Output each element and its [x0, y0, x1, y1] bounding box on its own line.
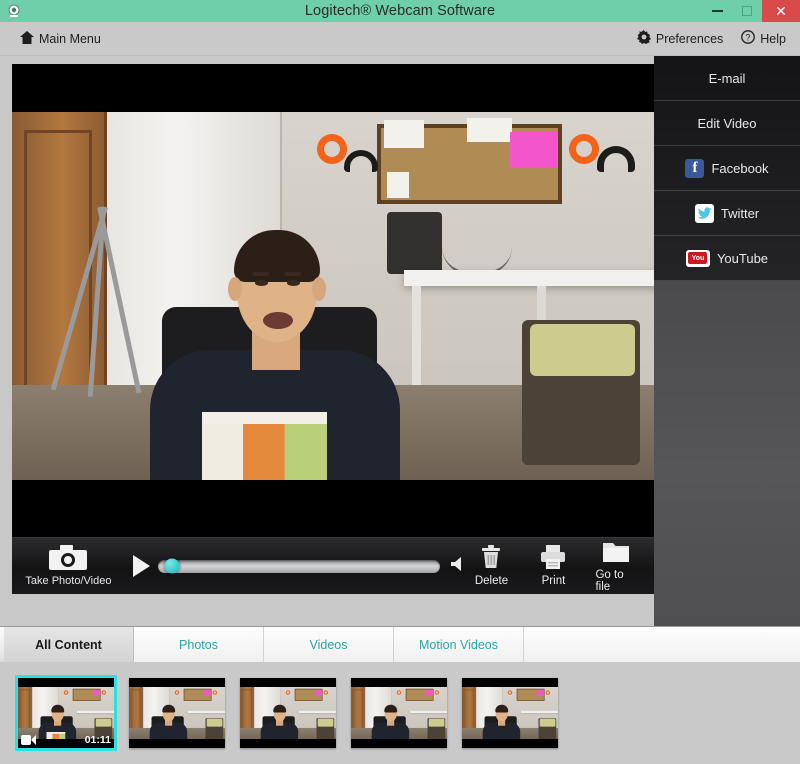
- content-tabs: All Content Photos Videos Motion Videos: [0, 626, 800, 662]
- window-title: Logitech® Webcam Software: [304, 3, 496, 19]
- list-item[interactable]: [240, 678, 336, 748]
- app-window: Logitech® Webcam Software ✕ Main Menu Pr…: [0, 0, 800, 764]
- thumbnail-image: [129, 687, 225, 739]
- edit-video-label: Edit Video: [697, 115, 757, 131]
- tab-all-content[interactable]: All Content: [4, 627, 134, 662]
- print-label: Print: [541, 575, 566, 587]
- play-icon[interactable]: [132, 555, 150, 577]
- thumbnail-image: [351, 687, 447, 739]
- maximize-button[interactable]: [732, 0, 762, 22]
- preferences-label: Preferences: [655, 31, 724, 46]
- tab-videos-label: Videos: [309, 637, 348, 652]
- webcam-scene: [12, 112, 654, 480]
- playback-controls-bar: Take Photo/Video Delete Print Go to file: [12, 537, 654, 594]
- share-side-panel: E-mail Edit Video f Facebook Twitter You…: [654, 56, 800, 626]
- list-item[interactable]: 01:11: [15, 675, 117, 751]
- question-circle-icon: ?: [741, 30, 756, 47]
- gear-icon: [636, 30, 651, 47]
- playback-scrubber[interactable]: [157, 558, 441, 574]
- email-button[interactable]: E-mail: [654, 56, 800, 101]
- thumbnail-image: [240, 687, 336, 739]
- video-frame: [12, 112, 654, 480]
- window-controls: ✕: [702, 0, 800, 22]
- thumbnail-duration: 01:11: [84, 734, 111, 746]
- main-menu-label: Main Menu: [39, 31, 101, 46]
- list-item[interactable]: [129, 678, 225, 748]
- scrubber-thumb[interactable]: [164, 558, 180, 574]
- preferences-button[interactable]: Preferences: [636, 30, 724, 47]
- video-preview-stage[interactable]: [12, 64, 654, 537]
- home-icon: [20, 30, 34, 47]
- folder-icon: [602, 540, 630, 566]
- facebook-label: Facebook: [711, 160, 769, 176]
- side-panel-filler: [654, 281, 800, 626]
- delete-label: Delete: [474, 575, 509, 587]
- youtube-button[interactable]: You YouTube: [654, 236, 800, 281]
- list-item[interactable]: [462, 678, 558, 748]
- delete-button[interactable]: Delete: [471, 545, 511, 587]
- facebook-icon: f: [685, 158, 705, 178]
- printer-icon: [540, 545, 566, 572]
- tab-photos[interactable]: Photos: [134, 627, 264, 662]
- camera-icon: [49, 545, 88, 573]
- twitter-label: Twitter: [720, 205, 760, 221]
- go-to-file-label: Go to file: [595, 568, 624, 593]
- twitter-icon: [694, 203, 714, 223]
- main-menu-button[interactable]: Main Menu: [20, 30, 101, 47]
- controls-right-group: Delete Print Go to file: [471, 540, 644, 593]
- take-photo-video-label: Take Photo/Video: [25, 575, 112, 587]
- email-label: E-mail: [708, 70, 746, 86]
- twitter-button[interactable]: Twitter: [654, 191, 800, 236]
- trash-icon: [480, 545, 502, 572]
- list-item[interactable]: [351, 678, 447, 748]
- preview-column: Take Photo/Video Delete Print Go to file: [4, 56, 654, 626]
- help-label: Help: [760, 31, 786, 46]
- share-buttons-group: E-mail Edit Video f Facebook Twitter You…: [654, 56, 800, 281]
- tab-motion-videos[interactable]: Motion Videos: [394, 627, 524, 662]
- tab-strip-filler: [524, 627, 800, 662]
- title-bar: Logitech® Webcam Software ✕: [0, 0, 800, 22]
- tab-all-content-label: All Content: [35, 637, 102, 652]
- toolbar-right-group: Preferences ? Help: [636, 30, 786, 47]
- tab-videos[interactable]: Videos: [264, 627, 394, 662]
- take-photo-video-button[interactable]: Take Photo/Video: [22, 545, 115, 587]
- print-button[interactable]: Print: [533, 545, 573, 587]
- close-button[interactable]: ✕: [762, 0, 800, 22]
- tab-motion-videos-label: Motion Videos: [419, 637, 498, 652]
- video-camera-icon: [21, 735, 36, 745]
- svg-text:?: ?: [746, 32, 751, 42]
- tab-photos-label: Photos: [179, 637, 218, 652]
- help-button[interactable]: ? Help: [741, 30, 786, 47]
- app-toolbar: Main Menu Preferences ? Help: [0, 22, 800, 56]
- youtube-icon: You: [685, 249, 710, 267]
- thumbnail-image: [18, 687, 114, 739]
- thumbnail-image: [462, 687, 558, 739]
- youtube-label: YouTube: [716, 250, 769, 266]
- edit-video-button[interactable]: Edit Video: [654, 101, 800, 146]
- speaker-icon[interactable]: [450, 556, 467, 577]
- main-body: Take Photo/Video Delete Print Go to file…: [0, 56, 800, 626]
- minimize-button[interactable]: [702, 0, 732, 22]
- go-to-file-button[interactable]: Go to file: [595, 540, 636, 593]
- content-gallery: 01:11: [0, 662, 800, 764]
- facebook-button[interactable]: f Facebook: [654, 146, 800, 191]
